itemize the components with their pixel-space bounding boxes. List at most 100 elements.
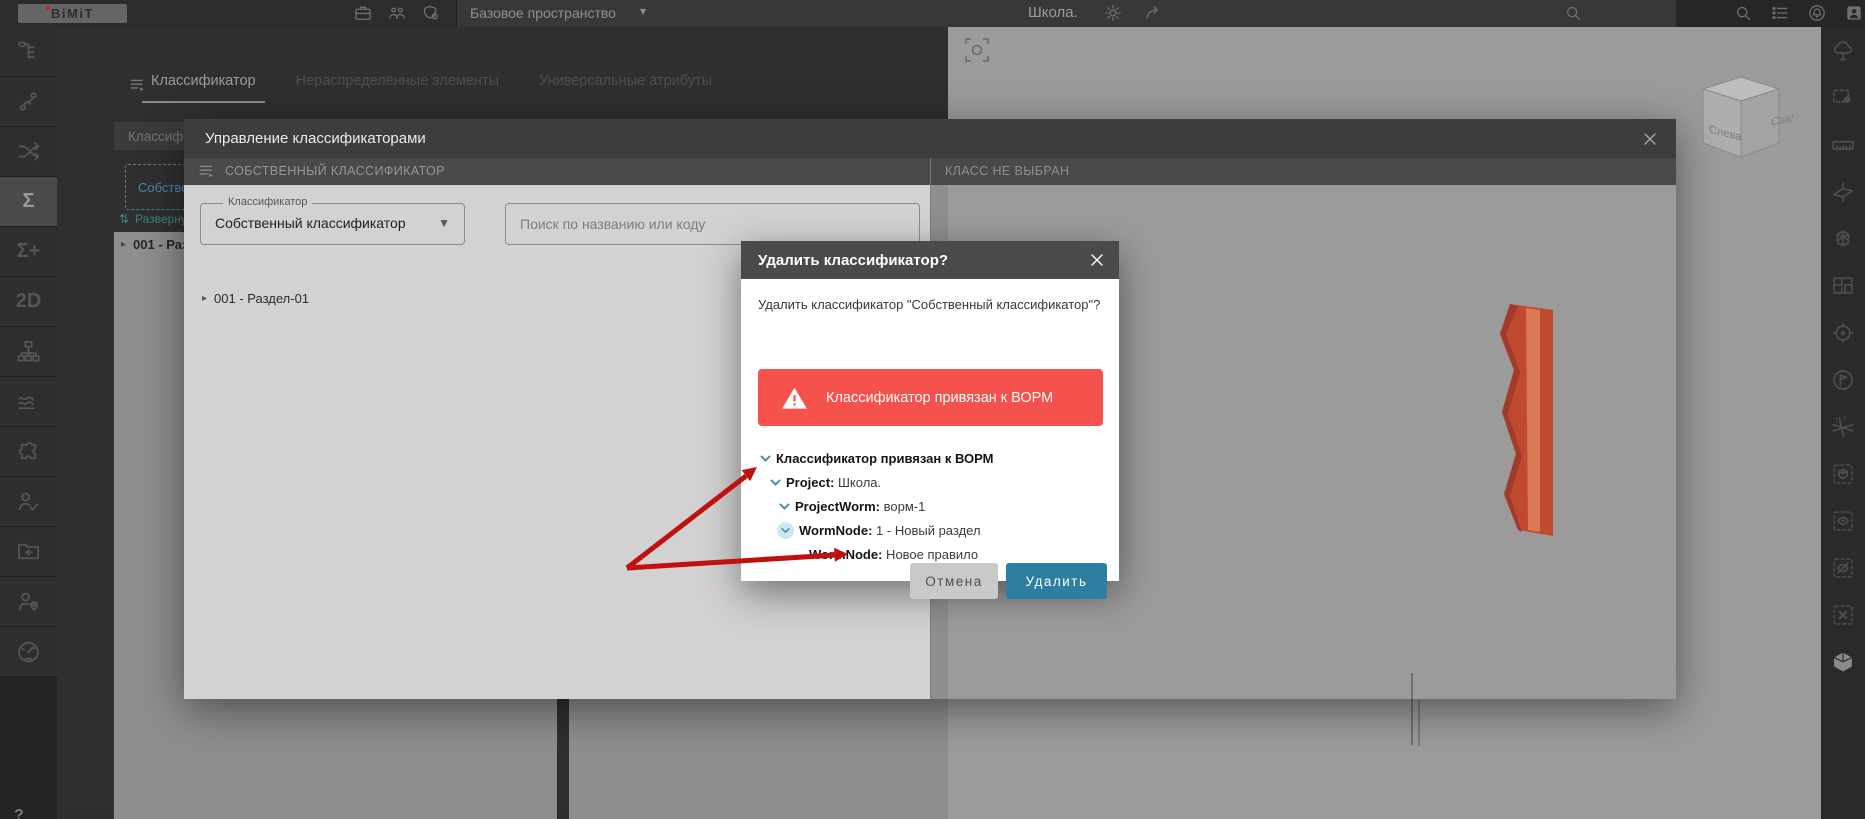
section-menu-icon[interactable] [197, 161, 217, 181]
view-focus[interactable] [1821, 309, 1865, 356]
tool-sigma-plus[interactable]: Σ+ [0, 227, 57, 277]
chevron-down-icon[interactable] [759, 452, 772, 465]
warning-icon [781, 385, 808, 410]
tool-structure-tree[interactable] [0, 27, 57, 77]
view-section-plane[interactable] [1821, 168, 1865, 215]
cancel-button[interactable]: Отмена [910, 563, 998, 599]
line-chart-icon [15, 388, 42, 415]
briefcase-icon[interactable] [352, 2, 374, 24]
dialog-tree-row: ProjectWorm: ворм-1 [741, 494, 1119, 518]
dialog-tree: Классификатор привязан к ВОРМ Project: Шк… [741, 446, 1119, 566]
tool-shuffle[interactable] [0, 127, 57, 177]
sigma-icon: Σ [22, 190, 34, 213]
modal-tree-item[interactable]: ▸ 001 - Раздел-01 [202, 291, 309, 306]
search-icon[interactable] [1562, 2, 1584, 24]
svg-text:2: 2 [1844, 415, 1847, 421]
classifier-select[interactable]: Классификатор Собственный классификатор … [200, 203, 465, 245]
bell-icon[interactable] [1806, 2, 1828, 24]
tree-row-label: Project: [786, 475, 834, 490]
tool-2d[interactable]: 2D [0, 277, 57, 327]
sort-arrows-icon: ⇅ [119, 212, 129, 226]
tree-row-label: Классификатор привязан к ВОРМ [776, 451, 993, 466]
selection-region-icon[interactable] [962, 35, 992, 65]
tool-user-check[interactable] [0, 477, 57, 527]
top-bar-divider [456, 0, 457, 27]
chevron-down-icon[interactable]: ▾ [640, 4, 646, 18]
view-measure[interactable] [1821, 121, 1865, 168]
app-logo: BiMiT [18, 4, 127, 23]
tool-user-pin[interactable] [0, 577, 57, 627]
view-cube-mode[interactable] [1821, 638, 1865, 685]
chevron-down-icon[interactable] [769, 476, 782, 489]
tool-line-chart[interactable] [0, 377, 57, 427]
target-icon [1830, 320, 1856, 346]
puzzle-icon [15, 438, 42, 465]
svg-text:1: 1 [1835, 418, 1839, 424]
eye-off-dashed-icon [1830, 555, 1856, 581]
tab-unassigned[interactable]: Нераспределённые элементы [287, 67, 508, 103]
delete-button[interactable]: Удалить [1006, 563, 1107, 599]
tool-sigma[interactable]: Σ [0, 177, 57, 227]
chevron-down-icon[interactable] [778, 500, 791, 513]
tab-classifier[interactable]: Классификатор [142, 67, 265, 103]
tool-plugin[interactable] [0, 427, 57, 477]
view-select-similar[interactable] [1821, 74, 1865, 121]
user-pin-icon [15, 588, 42, 615]
view-show[interactable] [1821, 497, 1865, 544]
share-icon[interactable] [1142, 2, 1164, 24]
delete-classifier-dialog: Удалить классификатор? Удалить классифик… [741, 241, 1119, 581]
shuffle-icon [15, 138, 42, 165]
box-2d-icon: 2D [16, 290, 42, 313]
list-icon[interactable] [1769, 2, 1791, 24]
view-clear-selection[interactable] [1821, 591, 1865, 638]
tool-route[interactable] [0, 77, 57, 127]
eye-dashed-icon [1830, 508, 1856, 534]
ruler-icon [1830, 132, 1856, 158]
folder-share-icon [15, 538, 42, 565]
gauge-icon [15, 638, 42, 665]
view-floor-plan[interactable] [1821, 262, 1865, 309]
users-icon[interactable] [386, 2, 408, 24]
account-icon[interactable] [1843, 2, 1865, 24]
right-toolbar: 12 [1821, 27, 1865, 819]
dialog-tree-row: Классификатор привязан к ВОРМ [741, 446, 1119, 470]
cube-dashed-icon [1830, 461, 1856, 487]
chevron-right-icon: ▸ [202, 293, 207, 304]
panel-tabs: Классификатор Нераспределённые элементы Ун… [142, 67, 721, 103]
search-icon[interactable] [1732, 2, 1754, 24]
axes-icon: 12 [1830, 414, 1856, 440]
tool-gauge[interactable] [0, 627, 57, 677]
view-cube[interactable]: Слева Сзади [1683, 71, 1793, 163]
select-hex-icon [1830, 85, 1856, 111]
top-bar-right-icons [1732, 2, 1865, 24]
project-icons [1102, 2, 1164, 24]
tree-row-label: WormNode: [809, 547, 882, 562]
org-chart-icon [15, 338, 42, 365]
dialog-header: Удалить классификатор? [741, 241, 1119, 279]
close-icon[interactable] [1640, 129, 1660, 149]
tool-folder-share[interactable] [0, 527, 57, 577]
tree-row-label: WormNode: [799, 523, 872, 538]
view-hide[interactable] [1821, 544, 1865, 591]
close-icon[interactable] [1087, 250, 1107, 270]
tree-row-value: 1 - Новый раздел [872, 523, 980, 538]
tool-org-chart[interactable] [0, 327, 57, 377]
dialog-title: Удалить классификатор? [758, 252, 948, 269]
view-flag[interactable] [1821, 356, 1865, 403]
view-isolate[interactable] [1821, 450, 1865, 497]
search-input[interactable] [506, 204, 919, 244]
view-section-box[interactable] [1821, 215, 1865, 262]
gear-icon[interactable] [1102, 2, 1124, 24]
view-model-tree[interactable] [1821, 27, 1865, 74]
tab-attributes[interactable]: Универсальные атрибуты [530, 67, 721, 103]
chevron-down-icon[interactable] [777, 522, 794, 539]
modal-header: Управление классификаторами [184, 119, 1676, 158]
view-axes[interactable]: 12 [1821, 403, 1865, 450]
shield-icon[interactable] [420, 2, 442, 24]
help-button[interactable]: ? [14, 807, 24, 819]
tree-row-value: Школа. [834, 475, 881, 490]
alert-text: Классификатор привязан к ВОРМ [826, 390, 1053, 406]
workspace-selector-label[interactable]: Базовое пространство [470, 5, 616, 21]
chevron-right-icon: ▸ [121, 239, 126, 250]
application-window: BiMiT Базовое пространство ▾ Школа. Σ Σ+ 2… [0, 0, 1865, 819]
